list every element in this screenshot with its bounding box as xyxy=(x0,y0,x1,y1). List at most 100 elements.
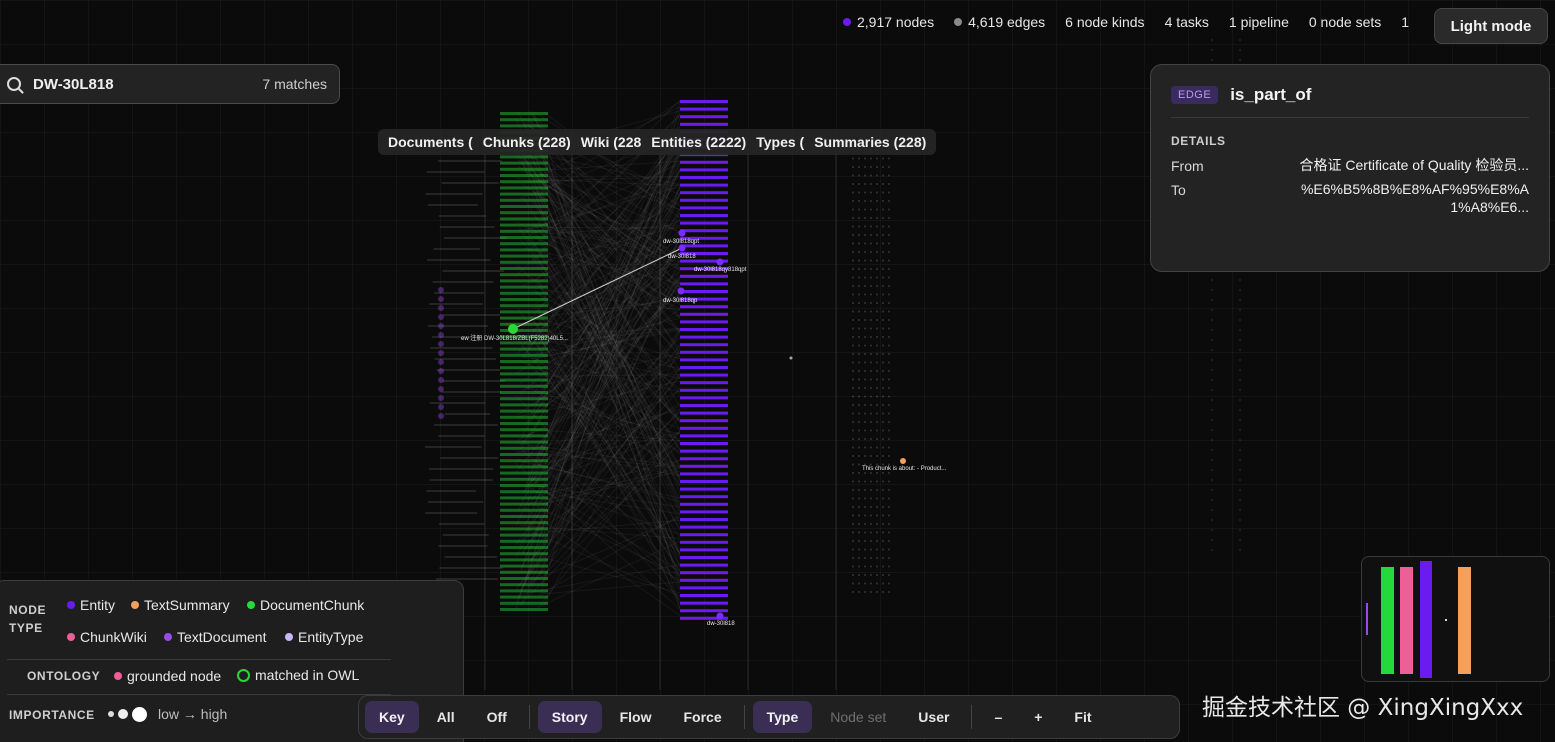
stat-truncated: 1 xyxy=(1401,14,1410,30)
flow-layout-button[interactable]: Flow xyxy=(606,701,666,733)
fit-view-button[interactable]: Fit xyxy=(1060,701,1105,733)
summary-node xyxy=(852,327,854,330)
summary-node xyxy=(870,455,872,457)
legend-entity-type[interactable]: EntityType xyxy=(285,629,363,645)
summary-node xyxy=(888,523,890,525)
summary-node xyxy=(876,276,878,279)
summary-node xyxy=(870,421,872,423)
legend-chunk-wiki[interactable]: ChunkWiki xyxy=(67,629,147,645)
legend-text-document[interactable]: TextDocument xyxy=(164,629,266,645)
summary-node xyxy=(876,574,878,576)
summary-node xyxy=(888,183,890,185)
distant-node xyxy=(1211,329,1213,331)
summary-node xyxy=(870,497,872,500)
entity-node xyxy=(680,404,728,407)
summary-node xyxy=(888,429,890,432)
minimap-entities xyxy=(1420,561,1432,678)
summary-node xyxy=(876,285,878,287)
summary-node xyxy=(882,446,884,449)
column-header-types[interactable]: Types ( xyxy=(756,134,804,150)
distant-node xyxy=(1211,389,1213,391)
entity-node xyxy=(680,160,728,164)
column-header-summaries[interactable]: Summaries (228) xyxy=(814,134,926,150)
summary-node xyxy=(876,387,878,389)
summary-node xyxy=(888,591,890,593)
column-header-entities[interactable]: Entities (2222) xyxy=(651,134,746,150)
user-color-button[interactable]: User xyxy=(904,701,963,733)
summary-node xyxy=(858,327,860,330)
minimap-canvas[interactable] xyxy=(1362,557,1550,682)
legend-document-chunk[interactable]: DocumentChunk xyxy=(247,597,364,613)
summary-node xyxy=(858,200,860,202)
summary-node xyxy=(882,523,884,525)
legend-text-summary[interactable]: TextSummary xyxy=(131,597,230,613)
story-layout-button[interactable]: Story xyxy=(537,701,602,733)
entity-node xyxy=(680,502,728,506)
entity-node xyxy=(680,426,728,430)
distant-node xyxy=(1239,419,1241,421)
summary-node xyxy=(876,251,878,253)
summary-node xyxy=(870,438,872,440)
minimap-types xyxy=(1445,619,1447,621)
distant-node xyxy=(1239,59,1241,61)
zoom-in-button[interactable]: + xyxy=(1020,701,1056,733)
column-header-documents[interactable]: Documents ( xyxy=(388,134,473,150)
force-layout-button[interactable]: Force xyxy=(669,701,735,733)
summary-node xyxy=(870,370,872,372)
column-header-chunks[interactable]: Chunks (228) xyxy=(483,134,571,150)
minimap-chunks xyxy=(1381,567,1394,674)
light-mode-button[interactable]: Light mode xyxy=(1434,8,1548,44)
entity-node xyxy=(680,373,728,377)
summary-node xyxy=(882,344,884,347)
summary-node xyxy=(858,183,860,185)
summary-node xyxy=(858,574,860,576)
summary-node xyxy=(858,242,860,245)
all-labels-button[interactable]: All xyxy=(423,701,469,733)
detail-from-value[interactable]: 合格证 Certificate of Quality 检验员... xyxy=(1289,156,1530,174)
summary-node xyxy=(858,302,860,304)
document-label xyxy=(439,567,503,569)
text-document-node xyxy=(438,296,444,302)
summary-highlight-node xyxy=(900,458,906,464)
entity-node xyxy=(680,449,728,453)
distant-node xyxy=(1211,519,1213,521)
summary-node xyxy=(882,455,884,457)
summary-node xyxy=(882,361,884,364)
search-input[interactable]: DW-30L818 xyxy=(33,76,262,93)
summary-node xyxy=(876,234,878,236)
legend-entity[interactable]: Entity xyxy=(67,597,115,613)
type-color-button[interactable]: Type xyxy=(752,701,813,733)
graph-stats: 2,917 nodes 4,619 edges 6 node kinds 4 t… xyxy=(843,14,1409,30)
summary-node xyxy=(864,361,866,364)
column-header-wiki[interactable]: Wiki (228 xyxy=(581,134,642,150)
distant-node xyxy=(1239,539,1241,541)
summary-node xyxy=(864,276,866,279)
document-label xyxy=(438,435,485,437)
summary-node xyxy=(852,387,854,389)
chunk-node xyxy=(500,521,548,525)
summary-node xyxy=(852,574,854,576)
off-labels-button[interactable]: Off xyxy=(473,701,521,733)
chunk-node xyxy=(500,465,548,469)
distant-node xyxy=(1211,39,1213,41)
summary-node xyxy=(876,293,878,296)
summary-node xyxy=(876,370,878,372)
summary-node xyxy=(858,557,860,559)
chunk-node xyxy=(500,570,548,574)
key-labels-button[interactable]: Key xyxy=(365,701,419,733)
node-set-color-button[interactable]: Node set xyxy=(816,701,900,733)
entity-node xyxy=(680,274,728,278)
distant-node xyxy=(1211,489,1213,491)
search-bar[interactable]: DW-30L818 7 matches xyxy=(0,64,340,104)
distant-node xyxy=(1211,509,1213,511)
minimap[interactable] xyxy=(1361,556,1550,682)
summary-node xyxy=(870,548,872,551)
zoom-out-button[interactable]: – xyxy=(980,701,1016,733)
summary-node xyxy=(852,506,854,508)
distant-node xyxy=(1239,359,1241,361)
summary-node xyxy=(858,285,860,287)
chunk-node xyxy=(500,583,548,587)
detail-to-value[interactable]: %E6%B5%8B%E8%AF%95%E8%A1%A8%E6... xyxy=(1289,180,1529,216)
summary-node xyxy=(852,438,854,440)
chunk-node xyxy=(500,366,548,370)
